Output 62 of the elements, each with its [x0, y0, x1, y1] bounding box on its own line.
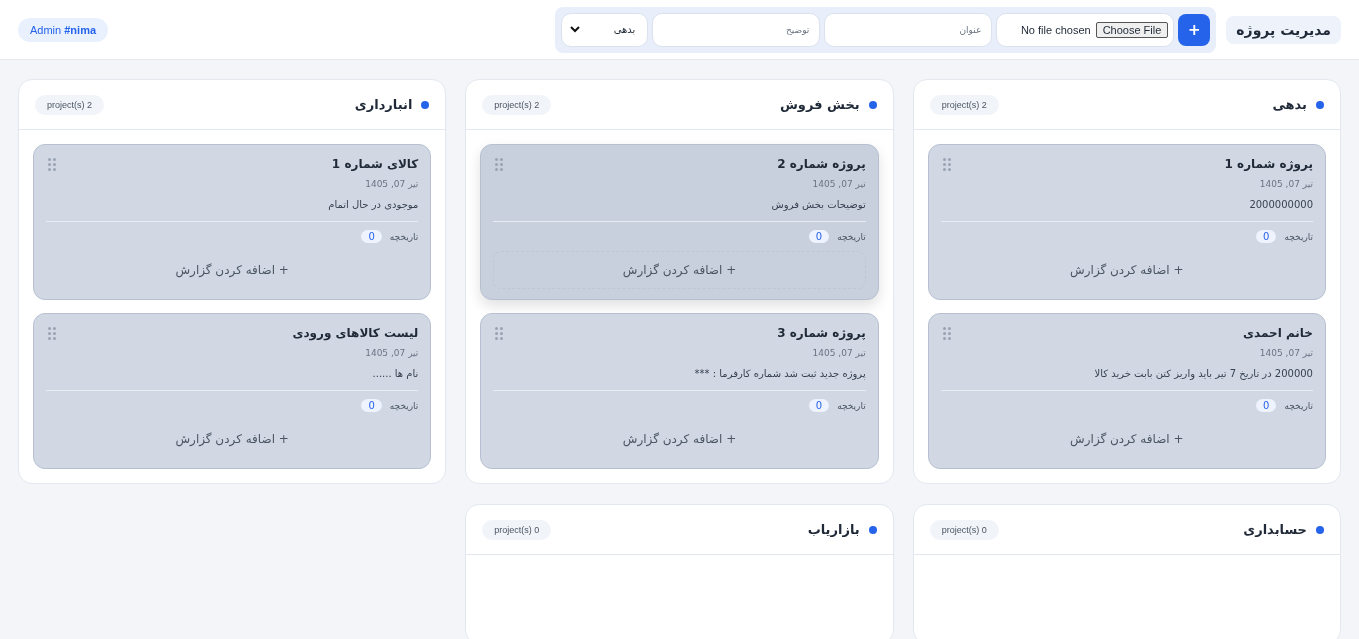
- user-badge: Admin #nima: [18, 17, 109, 42]
- drag-handle-icon[interactable]: [942, 157, 951, 171]
- drag-handle-icon[interactable]: [48, 326, 56, 340]
- card-title: پروژه شماره 2: [777, 157, 866, 171]
- history-label: تاریخچه: [837, 400, 866, 411]
- history-count: 0: [1256, 399, 1277, 412]
- add-report-button[interactable]: + اضافه کردن گزارش: [493, 420, 866, 458]
- add-report-button[interactable]: + اضافه کردن گزارش: [46, 420, 419, 458]
- card-title: لیست کالاهای ورودی: [292, 326, 419, 340]
- card-date: تیر 07, 1405: [811, 179, 866, 189]
- drag-handle-icon[interactable]: [495, 326, 504, 340]
- card-title: پروژه شماره 1: [1224, 157, 1313, 171]
- card-description: 200000 در تاریخ 7 تیر باید واریز کتن بابت خرید کالا: [940, 368, 1313, 391]
- card-date: تیر 07, 1405: [1258, 179, 1313, 189]
- add-report-button[interactable]: + اضافه کردن گزارش: [46, 251, 419, 289]
- history-label: تاریخچه: [1284, 400, 1313, 411]
- history-count: 0: [361, 399, 382, 412]
- card-title: پروژه شماره 3: [777, 326, 866, 340]
- add-report-button[interactable]: + اضافه کردن گزارش: [940, 420, 1313, 458]
- app-title: مدیریت پروژه: [1226, 15, 1341, 44]
- description-input[interactable]: توضیح: [652, 12, 821, 47]
- column-title: بازاریاب: [807, 522, 860, 537]
- card-description: نام ها ......: [46, 368, 419, 391]
- card-description: 2000000000: [940, 199, 1313, 222]
- card-date: تیر 07, 1405: [811, 348, 866, 358]
- project-count: project(s) 0: [482, 519, 552, 540]
- chevron-down-icon: [570, 26, 581, 33]
- history-count: 0: [361, 230, 382, 243]
- add-report-button[interactable]: + اضافه کردن گزارش: [493, 251, 866, 289]
- history-label: تاریخچه: [837, 231, 866, 242]
- history-count: 0: [808, 399, 830, 412]
- card-description: توضیحات بخش فروش: [493, 199, 866, 222]
- drag-handle-icon[interactable]: [495, 157, 504, 171]
- history-label: تاریخچه: [389, 231, 419, 242]
- project-count: project(s) 2: [929, 94, 999, 115]
- column-title: حسابداری: [1243, 522, 1307, 537]
- history-label: تاریخچه: [389, 400, 419, 411]
- file-field[interactable]: No file chosen Choose File: [996, 12, 1175, 47]
- card-title: خانم احمدی: [1243, 326, 1313, 340]
- card-description: پروژه جدید ثبت شد شماره کارفرما : ***: [493, 368, 866, 391]
- project-count: project(s) 0: [929, 519, 999, 540]
- card-title: کالای شماره 1: [331, 157, 419, 171]
- card-description: موجودی در حال اتمام: [46, 199, 419, 222]
- card-date: تیر 07, 1405: [364, 348, 419, 358]
- history-count: 0: [808, 230, 830, 243]
- history-label: تاریخچه: [1284, 231, 1313, 242]
- add-button[interactable]: +: [1178, 13, 1211, 46]
- choose-file-button[interactable]: Choose File: [1095, 21, 1169, 38]
- column-title: انبارداری: [354, 97, 413, 112]
- project-count: project(s) 2: [482, 94, 552, 115]
- drag-handle-icon[interactable]: [942, 326, 951, 340]
- card-date: تیر 07, 1405: [1258, 348, 1313, 358]
- column-title: بدهی: [1272, 97, 1307, 112]
- column-title: بخش فروش: [779, 97, 860, 112]
- card-date: تیر 07, 1405: [364, 179, 419, 189]
- add-report-button[interactable]: + اضافه کردن گزارش: [940, 251, 1313, 289]
- file-status: No file chosen: [1020, 23, 1091, 36]
- drag-handle-icon[interactable]: [48, 157, 56, 171]
- project-count: project(s) 2: [35, 94, 104, 115]
- history-count: 0: [1256, 230, 1277, 243]
- category-select[interactable]: بدهی: [561, 12, 649, 47]
- title-input[interactable]: عنوان: [824, 12, 993, 47]
